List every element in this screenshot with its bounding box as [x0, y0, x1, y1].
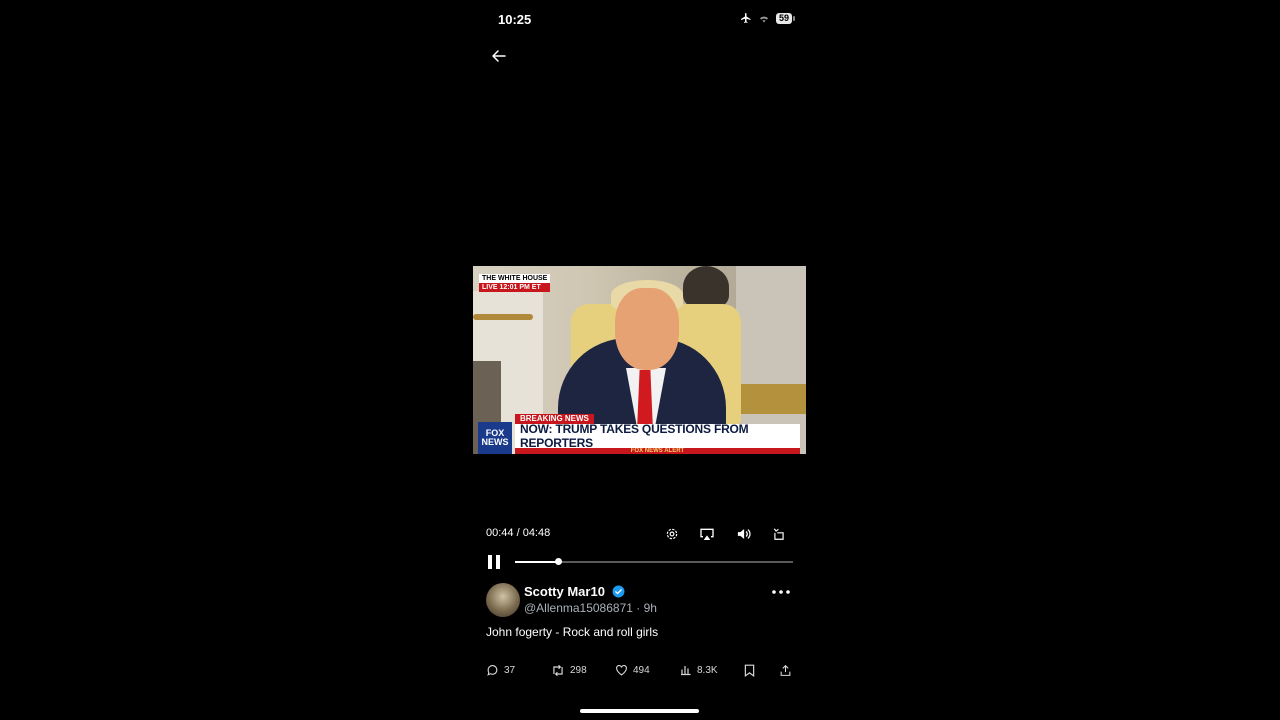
reply-count: 37	[504, 665, 516, 676]
rotate-icon	[773, 528, 784, 540]
view-count: 8.3K	[697, 664, 718, 676]
tweet-text: John fogerty - Rock and roll girls	[486, 625, 659, 639]
live-time-label: LIVE 12:01 PM ET	[479, 283, 551, 292]
heart-icon	[616, 664, 627, 676]
live-label: LIVE	[482, 284, 498, 291]
video-scene-face	[615, 288, 679, 370]
pause-icon	[488, 555, 500, 569]
like-button[interactable]: 494	[615, 664, 650, 676]
settings-button[interactable]	[663, 525, 681, 543]
more-dots-icon	[772, 590, 790, 594]
reply-button[interactable]: 37	[486, 664, 515, 677]
progress-bar[interactable]	[515, 558, 793, 565]
retweet-icon	[553, 664, 563, 677]
battery-icon: 59	[775, 12, 796, 24]
share-button[interactable]	[779, 664, 792, 677]
views-button[interactable]: 8.3K	[680, 664, 718, 676]
airplane-icon	[740, 13, 751, 23]
arrow-left-icon	[492, 50, 506, 62]
news-headline: NOW: TRUMP TAKES QUESTIONS FROM REPORTER…	[515, 422, 800, 450]
avatar[interactable]	[486, 583, 520, 617]
settings-icon	[666, 528, 678, 540]
progress-fill	[515, 561, 558, 563]
video-scene-bust	[683, 266, 729, 308]
video-player[interactable]: THE WHITE HOUSE LIVE 12:01 PM ET FOX NEW…	[473, 266, 806, 454]
wifi-icon	[759, 16, 768, 23]
airplay-button[interactable]	[698, 525, 716, 543]
pause-button[interactable]	[485, 553, 503, 571]
network-logo-line2: NEWS	[481, 437, 509, 447]
network-logo: FOX NEWS	[478, 422, 512, 454]
bookmark-button[interactable]	[744, 664, 755, 677]
time-readout: 00:44 / 04:48	[486, 527, 551, 539]
airplay-icon	[700, 528, 714, 540]
retweet-count: 298	[570, 665, 587, 676]
back-button[interactable]	[489, 46, 509, 66]
phone-screen: 10:25 59 THE WHITE HOUSE LIVE 12:01 PM E…	[473, 0, 806, 720]
more-options-button[interactable]	[770, 585, 792, 599]
like-count: 494	[633, 664, 650, 676]
live-tag: THE WHITE HOUSE LIVE 12:01 PM ET	[479, 274, 551, 292]
news-alert-strip: FOX NEWS ALERT	[515, 448, 800, 454]
handle-timestamp: @Allenma15086871 · 9h	[524, 601, 657, 615]
verified-badge-icon	[612, 585, 625, 598]
volume-button[interactable]	[734, 525, 752, 543]
status-time: 10:25	[498, 12, 532, 27]
progress-knob[interactable]	[554, 558, 562, 565]
share-icon	[780, 664, 791, 676]
volume-icon	[737, 529, 751, 539]
bookmark-icon	[744, 664, 755, 677]
rotate-button[interactable]	[770, 525, 788, 543]
video-scene-gold	[736, 384, 806, 414]
location-label: THE WHITE HOUSE	[479, 274, 551, 283]
home-indicator[interactable]	[580, 709, 699, 713]
retweet-button[interactable]: 298	[551, 664, 587, 677]
broadcast-time: 12:01 PM ET	[499, 284, 541, 291]
views-chart-icon	[681, 666, 691, 676]
display-name[interactable]: Scotty Mar10	[524, 584, 605, 599]
status-icons: 59	[740, 12, 796, 24]
video-scene-trim	[473, 314, 533, 320]
reply-icon	[487, 665, 498, 676]
